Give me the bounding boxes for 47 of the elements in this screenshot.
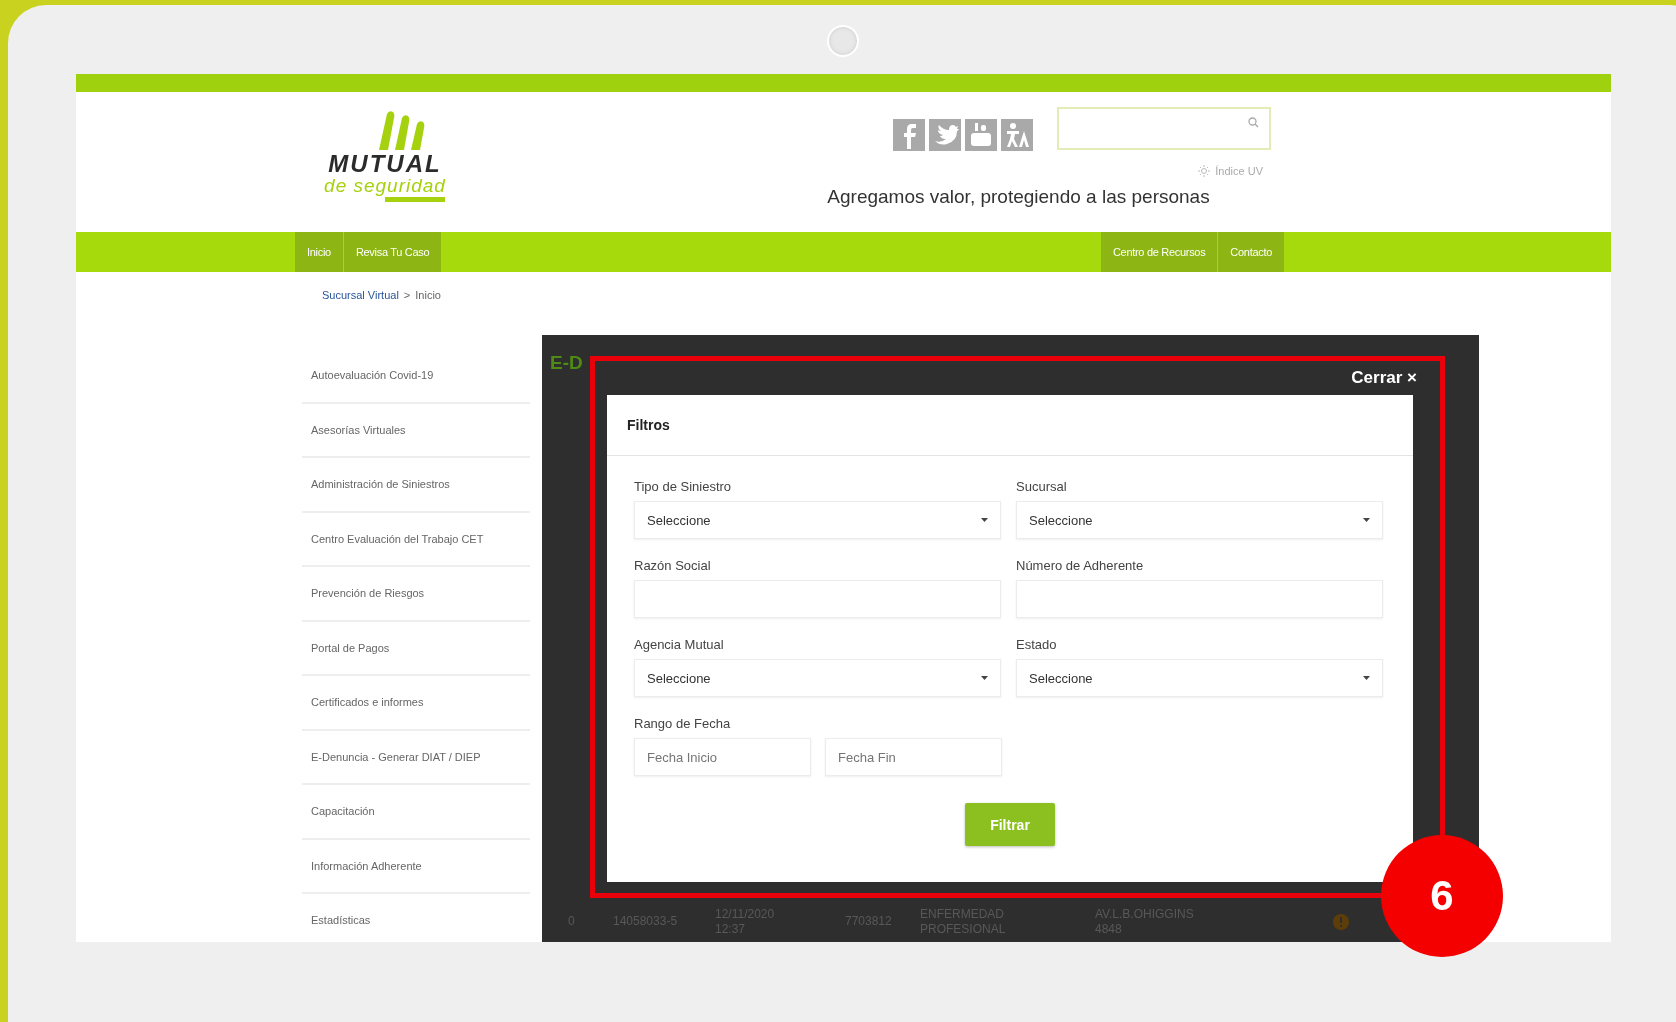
sidebar-item[interactable]: Capacitación <box>302 785 530 840</box>
sidebar-item[interactable]: Administración de Siniestros <box>302 458 530 513</box>
select-field[interactable]: Seleccione <box>634 659 1001 697</box>
social-icon <box>965 119 997 151</box>
social-icon <box>893 119 925 151</box>
sidebar-item[interactable]: Certificados e informes <box>302 676 530 731</box>
search-field[interactable] <box>1057 106 1271 150</box>
field-label: Tipo de Siniestro <box>634 479 733 495</box>
breadcrumb-link[interactable]: Sucursal Virtual <box>322 289 399 301</box>
sidebar-item[interactable]: Estadísticas <box>302 894 530 942</box>
sidebar-item[interactable]: Información Adherente <box>302 839 530 894</box>
social-icon <box>1001 119 1033 151</box>
field-label: Número de Adherente <box>1016 558 1145 574</box>
sidebar-item[interactable]: Autoevaluación Covid-19 <box>302 349 530 404</box>
field-label: Sucursal <box>1016 479 1068 495</box>
close-button[interactable]: Cerrar × <box>1351 368 1417 388</box>
sidebar-item[interactable]: Centro Evaluación del Trabajo CET <box>302 512 530 567</box>
field-label: Agencia Mutual <box>634 637 725 653</box>
select-field[interactable]: Seleccione <box>1016 501 1383 539</box>
sidebar-item[interactable]: Asesorías Virtuales <box>302 403 530 458</box>
dialog-title: Filtros <box>627 417 670 433</box>
sidebar-item[interactable]: Prevención de Riesgos <box>302 567 530 622</box>
select-field[interactable]: Seleccione <box>634 501 1001 539</box>
logo-strip <box>385 197 445 202</box>
social-icon <box>929 119 961 151</box>
sidebar-item[interactable]: Portal de Pagos <box>302 621 530 676</box>
sun-icon <box>1198 165 1211 177</box>
caret-icon <box>1363 518 1370 522</box>
info-icon <box>1333 913 1349 930</box>
caret-icon <box>1363 676 1370 680</box>
breadcrumb-current: Inicio <box>415 289 441 301</box>
field-label: Rango de Fecha <box>634 716 732 732</box>
logo-tagline: de seguridad <box>324 176 446 196</box>
breadcrumb-separator: > <box>403 289 411 301</box>
camera-icon <box>827 25 859 57</box>
date-field[interactable]: Fecha Inicio <box>634 738 811 776</box>
slogan: Agregamos valor, protegiendo a las personas <box>827 186 1210 208</box>
search-icon <box>1248 116 1259 128</box>
caret-icon <box>981 676 988 680</box>
field-label: Razón Social <box>634 558 712 574</box>
logo-name: MUTUAL <box>328 152 442 176</box>
select-field[interactable]: Seleccione <box>1016 659 1383 697</box>
sidebar-item[interactable]: E-Denuncia - Generar DIAT / DIEP <box>302 730 530 785</box>
field-label: Estado <box>1016 637 1058 653</box>
caret-icon <box>981 518 988 522</box>
panel-title: E-D <box>549 351 584 374</box>
date-field[interactable]: Fecha Fin <box>825 738 1002 776</box>
